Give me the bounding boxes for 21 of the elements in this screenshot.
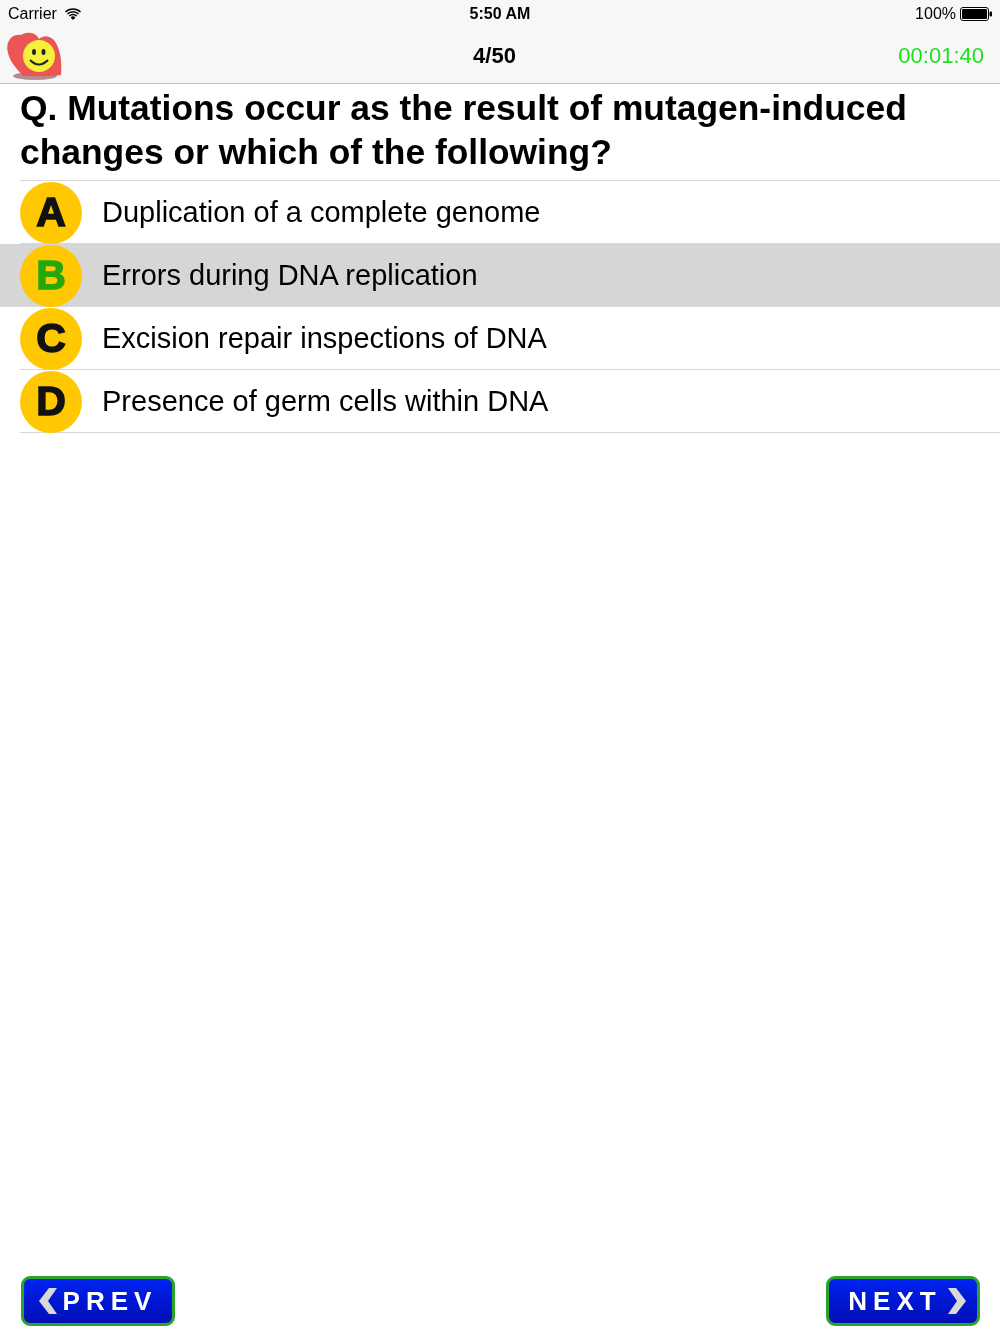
- battery-icon: [960, 6, 992, 21]
- wifi-icon: [64, 7, 81, 20]
- option-letter: A: [20, 181, 82, 244]
- option-letter: D: [20, 370, 82, 433]
- question-counter: 4/50: [473, 41, 516, 70]
- battery-percent: 100%: [915, 3, 956, 24]
- chevron-right-icon: [947, 1288, 966, 1314]
- answer-text: Excision repair inspections of DNA: [102, 320, 547, 356]
- carrier-label: Carrier: [8, 3, 57, 24]
- prev-button[interactable]: PREV: [21, 1276, 175, 1326]
- status-time: 5:50 AM: [469, 3, 531, 24]
- answer-option[interactable]: B Errors during DNA replication: [0, 244, 1000, 307]
- chevron-left-icon: [38, 1288, 57, 1314]
- answer-text: Errors during DNA replication: [102, 257, 478, 293]
- elapsed-timer: 00:01:40: [898, 41, 984, 70]
- answer-text: Presence of germ cells within DNA: [102, 383, 549, 419]
- option-letter: B: [20, 244, 82, 307]
- option-letter: C: [20, 307, 82, 370]
- next-button[interactable]: NEXT: [826, 1276, 980, 1326]
- question-text: Q. Mutations occur as the result of mutagen-induced changes or which of the following?: [19, 87, 908, 174]
- answer-text: Duplication of a complete genome: [102, 194, 541, 230]
